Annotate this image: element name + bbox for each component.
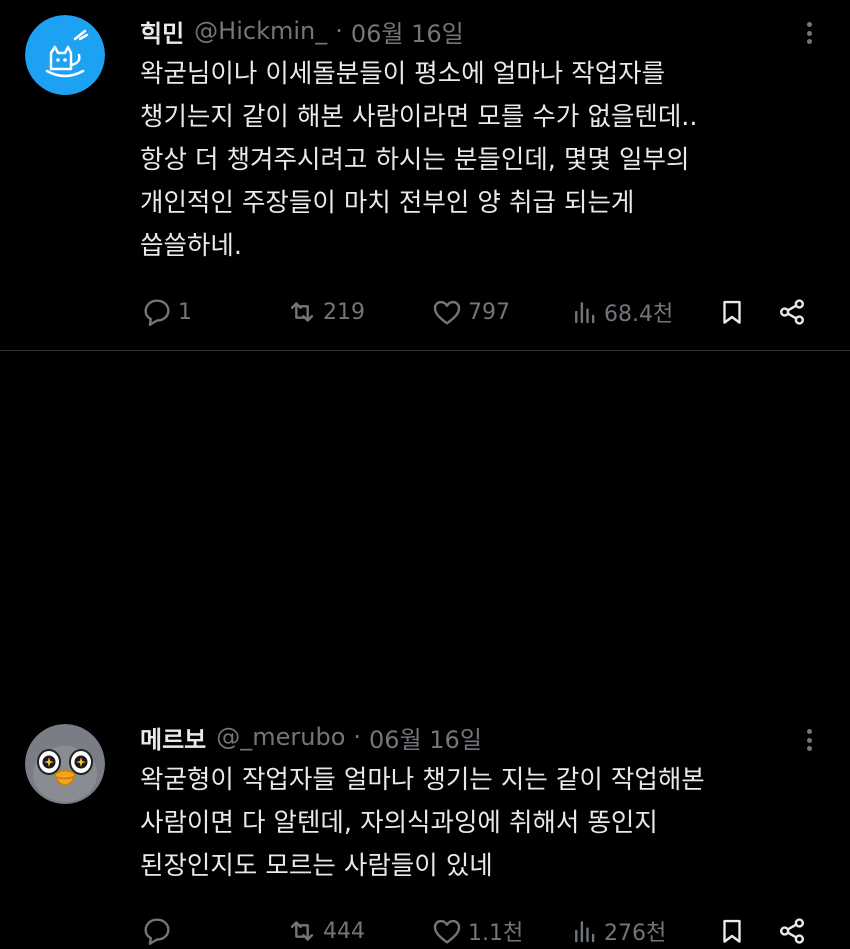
- views-button[interactable]: 276천: [570, 913, 666, 949]
- retweet-button[interactable]: 219: [285, 294, 365, 330]
- tweet-text-line: 항상 더 챙겨주시려고 하시는 분들인데, 몇몇 일부의: [140, 145, 690, 175]
- reply-icon: [144, 918, 170, 945]
- tweet-text-line: 개인적인 주장들이 마치 전부인 양 취급 되는게: [140, 188, 635, 218]
- views-bar-chart-icon: [575, 302, 595, 324]
- separator-dot: ·: [353, 723, 362, 751]
- tweet-text-line: 사람이면 다 알텐데, 자의식과잉에 취해서 똥인지: [140, 808, 658, 838]
- share-icon: [780, 918, 804, 944]
- tweet-actions: 444 1.1천 276천: [140, 913, 810, 949]
- tweet-text: 왁굳님이나 이세돌분들이 평소에 얼마나 작업자를 챙기는지 같이 해본 사람이…: [140, 53, 820, 268]
- tweet[interactable]: 힉민 @Hickmin_ · 06월 16일 왁굳님이나 이세돌분들이 평소에 …: [0, 0, 850, 350]
- tweet-header: 힉민 @Hickmin_ · 06월 16일: [140, 13, 464, 49]
- like-count: 1.1천: [468, 921, 524, 946]
- retweet-button[interactable]: 444: [285, 913, 365, 949]
- cat-logo-icon: [25, 15, 105, 95]
- heart-icon: [433, 919, 461, 944]
- views-bar-chart-icon: [575, 921, 595, 943]
- user-handle[interactable]: @_merubo: [216, 723, 345, 751]
- bookmark-icon: [723, 919, 741, 943]
- reply-count: 1: [178, 299, 192, 325]
- reply-icon: [144, 299, 170, 326]
- like-button[interactable]: 1.1천: [430, 913, 523, 949]
- reply-button[interactable]: [140, 913, 178, 949]
- tweet[interactable]: 메르보 @_merubo · 06월 16일 왁굳형이 작업자들 얼마나 챙기는…: [0, 350, 850, 946]
- tweet-text-line: 된장인지도 모르는 사람들이 있네: [140, 851, 493, 881]
- reply-button[interactable]: 1: [140, 294, 192, 330]
- retweet-icon: [290, 921, 314, 941]
- tweet-text-line: 왁굳님이나 이세돌분들이 평소에 얼마나 작업자를: [140, 59, 666, 89]
- tweet-date[interactable]: 06월 16일: [369, 720, 482, 755]
- share-button[interactable]: [776, 294, 808, 330]
- view-count: 276천: [604, 921, 667, 946]
- tweet-text-line: 챙기는지 같이 해본 사람이라면 모를 수가 없을텐데..: [140, 102, 698, 132]
- retweet-count: 444: [323, 918, 365, 944]
- retweet-icon: [290, 302, 314, 322]
- like-button[interactable]: 797: [430, 294, 510, 330]
- share-icon: [780, 299, 804, 325]
- avatar[interactable]: [25, 724, 105, 804]
- avatar[interactable]: [25, 15, 105, 95]
- tweet-date[interactable]: 06월 16일: [351, 14, 464, 49]
- bookmark-button[interactable]: [717, 913, 747, 949]
- penguin-avatar-icon: [25, 724, 105, 804]
- user-handle[interactable]: @Hickmin_: [194, 17, 327, 45]
- tweet-actions: 1 219 797 68.4천: [140, 294, 810, 330]
- heart-icon: [433, 300, 461, 325]
- display-name[interactable]: 메르보: [140, 720, 206, 755]
- more-dots-icon[interactable]: [804, 725, 814, 755]
- tweet-text: 왁굳형이 작업자들 얼마나 챙기는 지는 같이 작업해본 사람이면 다 알텐데,…: [140, 759, 820, 888]
- separator-dot: ·: [335, 17, 343, 45]
- views-button[interactable]: 68.4천: [570, 294, 673, 330]
- tweet-text-line: 씁쓸하네.: [140, 231, 242, 261]
- bookmark-icon: [723, 300, 741, 324]
- share-button[interactable]: [776, 913, 808, 949]
- retweet-count: 219: [323, 299, 365, 325]
- display-name[interactable]: 힉민: [140, 14, 184, 49]
- bookmark-button[interactable]: [717, 294, 747, 330]
- tweet-text-line: 왁굳형이 작업자들 얼마나 챙기는 지는 같이 작업해본: [140, 765, 705, 795]
- more-dots-icon[interactable]: [804, 18, 814, 48]
- view-count: 68.4천: [604, 302, 674, 327]
- tweet-header: 메르보 @_merubo · 06월 16일: [140, 719, 482, 755]
- like-count: 797: [468, 299, 510, 325]
